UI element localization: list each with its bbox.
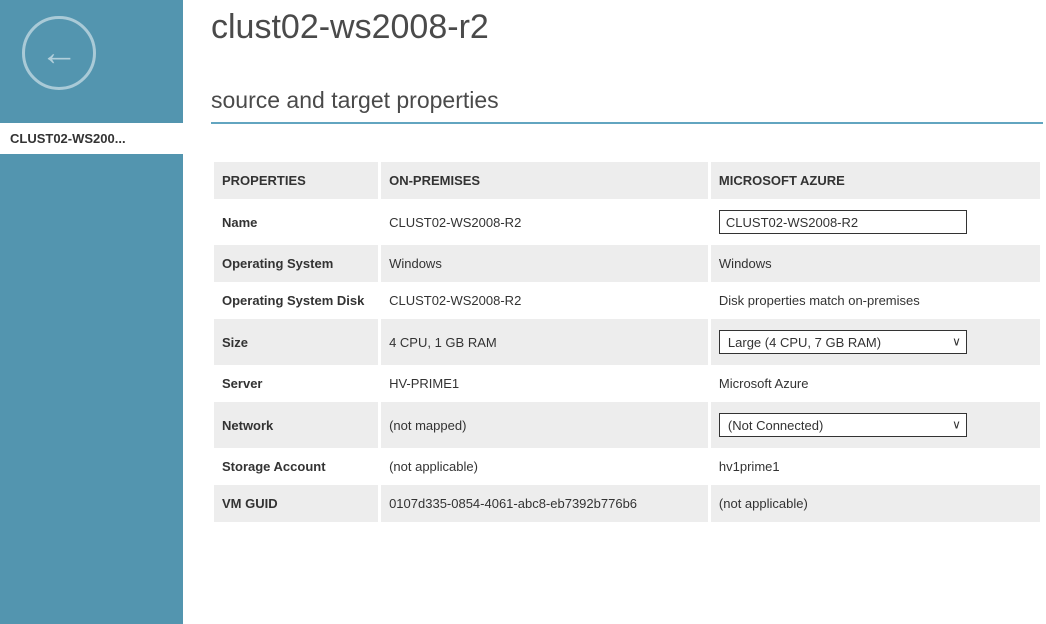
section-divider	[211, 122, 1043, 124]
page-subtitle: source and target properties	[211, 87, 1046, 114]
azure-vm-guid: (not applicable)	[711, 485, 1040, 522]
main-content: clust02-ws2008-r2 source and target prop…	[183, 0, 1046, 624]
on-premises-storage: (not applicable)	[381, 448, 708, 485]
properties-table: PROPERTIES ON-PREMISES MICROSOFT AZURE N…	[211, 162, 1043, 522]
azure-storage: hv1prime1	[711, 448, 1040, 485]
on-premises-os: Windows	[381, 245, 708, 282]
table-row: Name CLUST02-WS2008-R2	[214, 199, 1040, 245]
prop-label-vm-guid: VM GUID	[214, 485, 378, 522]
column-header-on-premises: ON-PREMISES	[381, 162, 708, 199]
table-row: Storage Account (not applicable) hv1prim…	[214, 448, 1040, 485]
azure-name-input[interactable]	[719, 210, 967, 234]
prop-label-name: Name	[214, 199, 378, 245]
prop-label-size: Size	[214, 319, 378, 365]
back-button[interactable]: ←	[22, 16, 96, 90]
on-premises-size: 4 CPU, 1 GB RAM	[381, 319, 708, 365]
on-premises-vm-guid: 0107d335-0854-4061-abc8-eb7392b776b6	[381, 485, 708, 522]
prop-label-network: Network	[214, 402, 378, 448]
on-premises-name: CLUST02-WS2008-R2	[381, 199, 708, 245]
azure-size-cell: Large (4 CPU, 7 GB RAM) ∨	[711, 319, 1040, 365]
back-arrow-icon: ←	[40, 34, 78, 72]
prop-label-os: Operating System	[214, 245, 378, 282]
prop-label-storage: Storage Account	[214, 448, 378, 485]
prop-label-os-disk: Operating System Disk	[214, 282, 378, 319]
sidebar: ← CLUST02-WS200...	[0, 0, 183, 624]
azure-name-cell	[711, 199, 1040, 245]
table-row: Operating System Windows Windows	[214, 245, 1040, 282]
column-header-properties: PROPERTIES	[214, 162, 378, 199]
table-row: Server HV-PRIME1 Microsoft Azure	[214, 365, 1040, 402]
table-header-row: PROPERTIES ON-PREMISES MICROSOFT AZURE	[214, 162, 1040, 199]
table-row: Operating System Disk CLUST02-WS2008-R2 …	[214, 282, 1040, 319]
azure-network-select[interactable]: (Not Connected)	[719, 413, 967, 437]
azure-server: Microsoft Azure	[711, 365, 1040, 402]
table-row: Size 4 CPU, 1 GB RAM Large (4 CPU, 7 GB …	[214, 319, 1040, 365]
table-row: VM GUID 0107d335-0854-4061-abc8-eb7392b7…	[214, 485, 1040, 522]
sidebar-tab-selected[interactable]: CLUST02-WS200...	[0, 123, 183, 154]
prop-label-server: Server	[214, 365, 378, 402]
on-premises-os-disk: CLUST02-WS2008-R2	[381, 282, 708, 319]
page-title: clust02-ws2008-r2	[211, 8, 1046, 47]
azure-os: Windows	[711, 245, 1040, 282]
azure-size-select[interactable]: Large (4 CPU, 7 GB RAM)	[719, 330, 967, 354]
column-header-azure: MICROSOFT AZURE	[711, 162, 1040, 199]
azure-os-disk: Disk properties match on-premises	[711, 282, 1040, 319]
azure-network-cell: (Not Connected) ∨	[711, 402, 1040, 448]
on-premises-network: (not mapped)	[381, 402, 708, 448]
table-row: Network (not mapped) (Not Connected) ∨	[214, 402, 1040, 448]
on-premises-server: HV-PRIME1	[381, 365, 708, 402]
